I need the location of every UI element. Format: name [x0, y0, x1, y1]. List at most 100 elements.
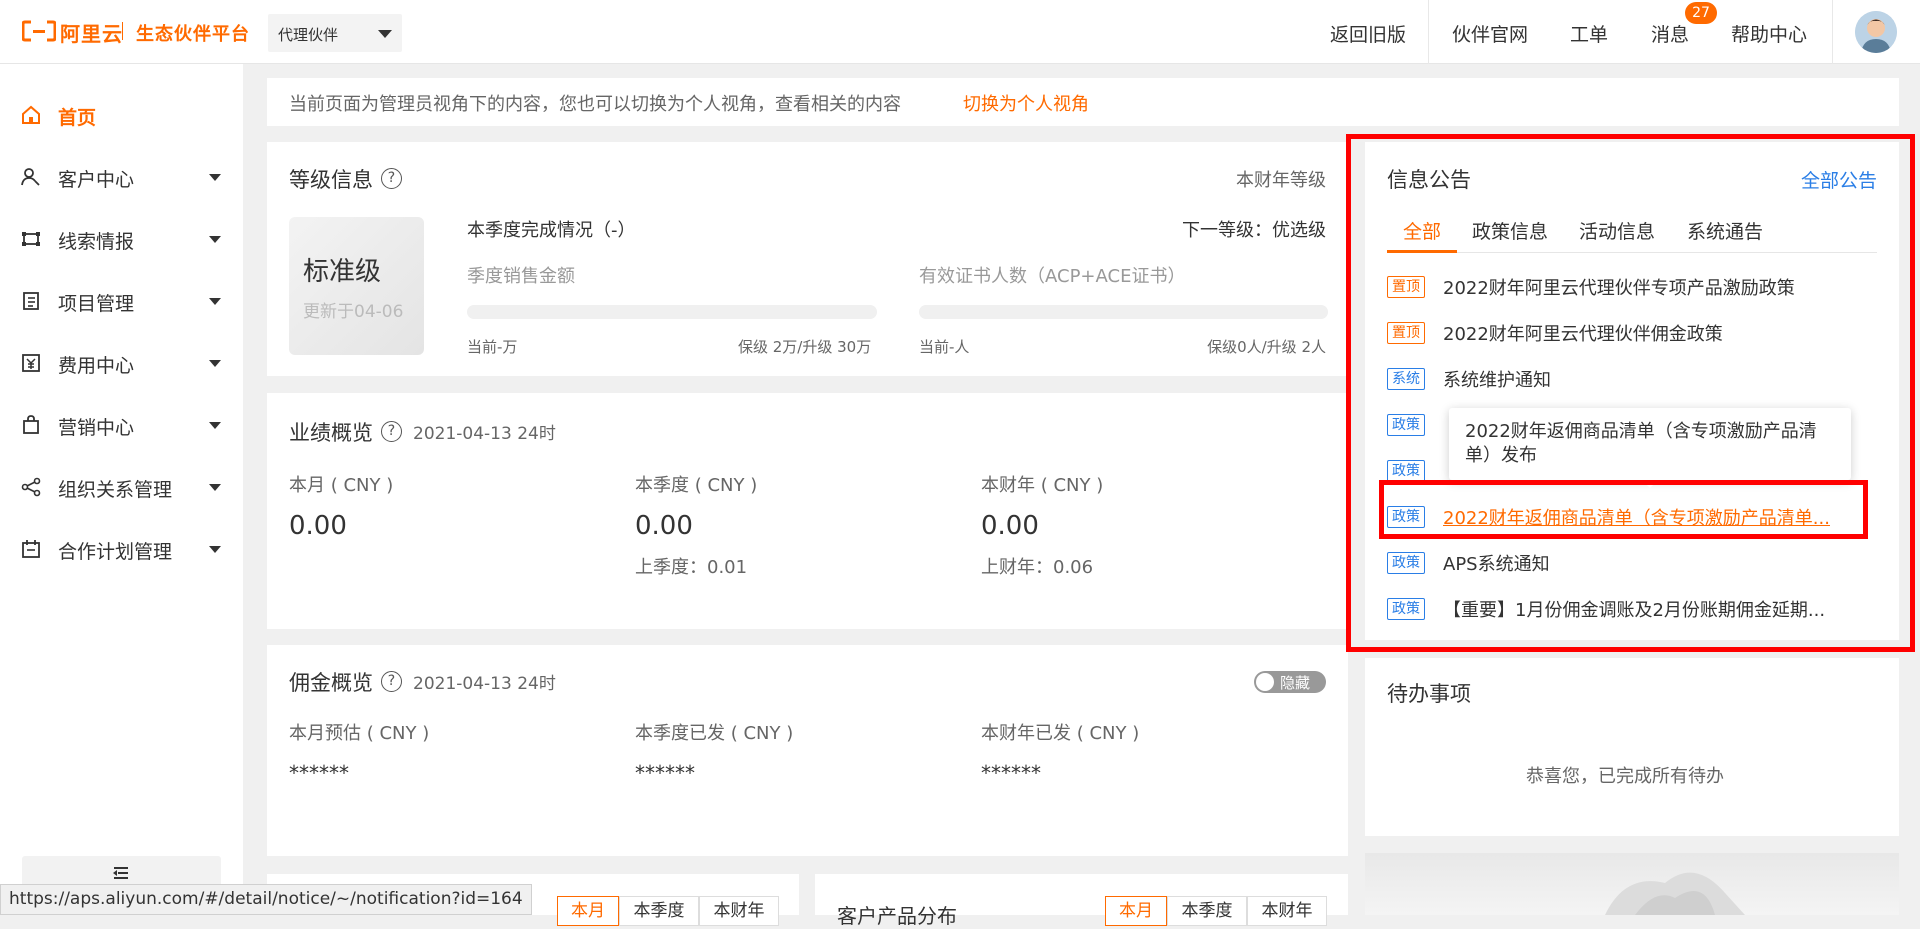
tab-this-fiscal-year[interactable]: 本财年 [699, 896, 779, 926]
sidebar-item-partnership-plans[interactable]: 合作计划管理 [0, 524, 243, 574]
cert-current: 当前-人 [919, 338, 970, 356]
decorative-texture-icon [1605, 872, 1745, 915]
commission-overview-card: 佣金概览 ? 2021-04-13 24时 本月预估 ( CNY ) *****… [267, 645, 1348, 856]
sidebar-item-leads[interactable]: 线索情报 [0, 214, 243, 264]
sidebar-item-label: 线索情报 [58, 231, 135, 253]
quarterly-value: 0.00 [635, 511, 693, 541]
sidebar-item-home[interactable]: 首页 [0, 90, 243, 140]
project-icon [23, 292, 39, 310]
chevron-down-icon [378, 30, 392, 38]
nav-help-center[interactable]: 帮助中心 [1731, 20, 1807, 47]
highlight-box-announcements [1346, 134, 1915, 652]
banner-text: 当前页面为管理员视角下的内容，您也可以切换为个人视角，查看相关的内容 [289, 94, 901, 115]
bag-icon [23, 415, 39, 434]
performance-title: 业绩概览 [289, 421, 373, 445]
last-fiscal-year: 上财年：0.06 [981, 557, 1094, 578]
chevron-down-icon [209, 360, 221, 367]
todo-card: 待办事项 恭喜您，已完成所有待办 [1365, 658, 1899, 836]
sidebar-item-customer-center[interactable]: 客户中心 [0, 152, 243, 202]
tab-this-month[interactable]: 本月 [557, 896, 619, 926]
sidebar-item-label: 首页 [58, 107, 97, 129]
tab-this-quarter[interactable]: 本季度 [619, 896, 699, 926]
help-icon[interactable]: ? [381, 168, 402, 189]
sidebar-item-label: 费用中心 [58, 355, 135, 377]
quarter-status: 本季度完成情况（-） [467, 220, 636, 241]
toggle-label: 隐藏 [1280, 674, 1311, 692]
collapse-icon [113, 867, 128, 879]
avatar-icon [1855, 11, 1897, 53]
next-level: 下一等级：优选级 [1182, 220, 1326, 241]
chevron-down-icon [209, 298, 221, 305]
user-avatar[interactable] [1855, 11, 1897, 53]
quarter-paid-value: ****** [635, 761, 695, 785]
sales-target: 保级 2万/升级 30万 [738, 338, 872, 356]
nav-back-old-version[interactable]: 返回旧版 [1330, 20, 1406, 47]
fiscal-year-level-label: 本财年等级 [1236, 170, 1326, 191]
chevron-down-icon [209, 174, 221, 181]
tab-this-quarter[interactable]: 本季度 [1167, 896, 1247, 926]
yen-icon [22, 354, 40, 372]
last-quarter: 上季度：0.01 [635, 557, 748, 578]
cert-target: 保级0人/升级 2人 [1207, 338, 1326, 356]
todo-title: 待办事项 [1387, 682, 1471, 706]
commission-date: 2021-04-13 24时 [413, 674, 556, 694]
switch-personal-view-link[interactable]: 切换为个人视角 [963, 90, 1089, 116]
level-info-card: 等级信息 ? 本财年等级 标准级 更新于04-06 本季度完成情况（-） 下一等… [267, 142, 1348, 376]
role-select-value: 代理伙伴 [278, 26, 339, 44]
nav-messages[interactable]: 消息 [1651, 20, 1689, 47]
cert-progress-bar [919, 305, 1328, 319]
quarterly-label: 本季度 ( CNY ) [635, 475, 758, 496]
sidebar-item-billing[interactable]: 费用中心 [0, 338, 243, 388]
sales-progress-bar [467, 305, 877, 319]
fiscal-year-label: 本财年 ( CNY ) [981, 475, 1104, 496]
highlight-box-hovered-notice [1379, 480, 1868, 539]
help-icon[interactable]: ? [381, 671, 402, 692]
promo-image[interactable] [1365, 853, 1899, 915]
chevron-down-icon [209, 546, 221, 553]
level-info-title: 等级信息 [289, 168, 373, 192]
help-icon[interactable]: ? [381, 421, 402, 442]
commission-title: 佣金概览 [289, 671, 373, 695]
nav-divider [1428, 0, 1429, 64]
chevron-down-icon [209, 236, 221, 243]
logo-text[interactable]: 阿里云 [60, 18, 123, 47]
toggle-knob [1256, 673, 1274, 691]
level-badge: 标准级 更新于04-06 [289, 217, 424, 355]
tab-this-fiscal-year[interactable]: 本财年 [1247, 896, 1327, 926]
sales-current: 当前-万 [467, 338, 518, 356]
share-icon [21, 477, 41, 497]
nav-tickets[interactable]: 工单 [1570, 20, 1608, 47]
sidebar-item-marketing[interactable]: 营销中心 [0, 400, 243, 450]
quarter-paid-label: 本季度已发 ( CNY ) [635, 723, 794, 744]
view-switch-banner: 当前页面为管理员视角下的内容，您也可以切换为个人视角，查看相关的内容 切换为个人… [267, 78, 1899, 126]
leads-icon [22, 232, 40, 246]
aliyun-logo-icon[interactable] [22, 20, 56, 42]
customer-product-card: 客户产品分布 本月 本季度 本财年 [815, 874, 1348, 928]
level-updated-date: 更新于04-06 [303, 302, 404, 322]
fiscal-year-value: 0.00 [981, 511, 1039, 541]
est-monthly-label: 本月预估 ( CNY ) [289, 723, 430, 744]
monthly-value: 0.00 [289, 511, 347, 541]
chevron-down-icon [209, 484, 221, 491]
nav-partner-site[interactable]: 伙伴官网 [1452, 20, 1528, 47]
top-header: 阿里云 生态伙伴平台 代理伙伴 返回旧版 伙伴官网 工单 消息 27 帮助中心 [0, 0, 1920, 64]
calendar-icon [22, 540, 40, 558]
platform-name[interactable]: 生态伙伴平台 [136, 20, 250, 46]
sidebar-item-org-relations[interactable]: 组织关系管理 [0, 462, 243, 512]
hide-commission-toggle[interactable]: 隐藏 [1254, 671, 1326, 693]
year-paid-label: 本财年已发 ( CNY ) [981, 723, 1140, 744]
sidebar-item-projects[interactable]: 项目管理 [0, 276, 243, 326]
tab-this-month[interactable]: 本月 [1105, 896, 1167, 926]
level-name: 标准级 [303, 257, 382, 287]
sidebar-item-label: 营销中心 [58, 417, 135, 439]
performance-overview-card: 业绩概览 ? 2021-04-13 24时 本月 ( CNY ) 0.00 本季… [267, 393, 1348, 629]
role-select[interactable]: 代理伙伴 [268, 14, 402, 52]
sidebar: 首页 客户中心 线索情报 项目管理 费用中心 营销中心 组织关系管理 合作计划管… [0, 64, 243, 915]
quarter-sales-label: 季度销售金额 [467, 266, 575, 287]
performance-date: 2021-04-13 24时 [413, 424, 556, 444]
status-bar-url: https://aps.aliyun.com/#/detail/notice/~… [0, 884, 532, 915]
sidebar-item-label: 客户中心 [58, 169, 135, 191]
customer-icon [21, 168, 40, 186]
sidebar-item-label: 项目管理 [58, 293, 135, 315]
message-count-badge: 27 [1685, 2, 1717, 24]
